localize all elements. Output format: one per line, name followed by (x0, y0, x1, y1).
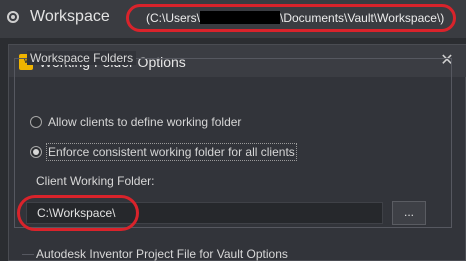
gear-icon[interactable] (6, 10, 20, 24)
inventor-options-section-label: Autodesk Inventor Project File for Vault… (36, 247, 288, 261)
redaction-bar (200, 11, 280, 24)
workspace-path: (C:\Users\ \Documents\Vault\Workspace\) (146, 11, 444, 25)
workspace-title: Workspace (30, 8, 110, 25)
radio-label: Allow clients to define working folder (48, 115, 242, 129)
radio-button[interactable] (30, 116, 42, 128)
browse-button[interactable]: ... (392, 201, 426, 225)
radio-label: Enforce consistent working folder for al… (46, 143, 297, 161)
annotation-circle-input (17, 195, 139, 231)
group-label: Workspace Folders (27, 51, 137, 65)
radio-allow-clients[interactable]: Allow clients to define working folder (30, 113, 241, 131)
path-suffix: \Documents\Vault\Workspace\) (280, 11, 445, 25)
radio-button-selected[interactable] (30, 146, 42, 158)
section-divider (22, 254, 34, 255)
client-working-folder-label: Client Working Folder: (36, 174, 155, 188)
radio-enforce-consistent[interactable]: Enforce consistent working folder for al… (30, 143, 297, 161)
path-prefix: (C:\Users\ (146, 11, 200, 25)
